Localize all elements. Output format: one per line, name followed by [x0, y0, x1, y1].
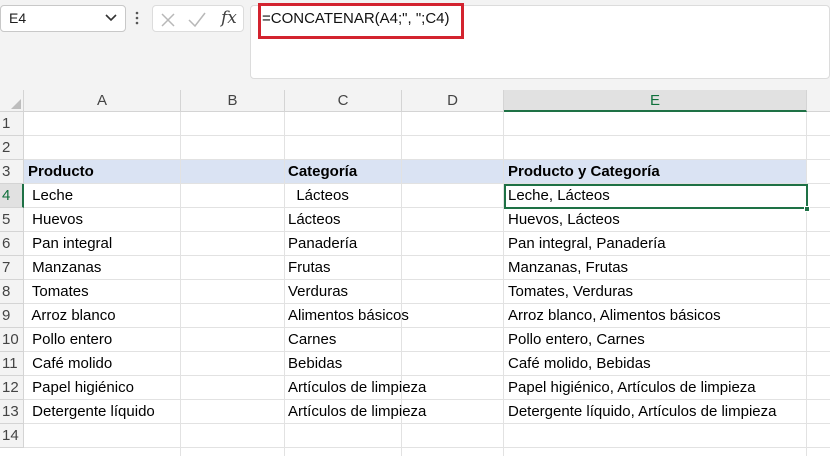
cell-category[interactable]: Verduras [288, 280, 348, 304]
row-header-1[interactable]: 1 [0, 112, 24, 136]
cell-category[interactable]: Lácteos [288, 208, 341, 232]
cell-category[interactable]: Panadería [288, 232, 357, 256]
row-header-2[interactable]: 2 [0, 136, 24, 160]
cell-combined[interactable]: Papel higiénico, Artículos de limpieza [508, 376, 756, 400]
spreadsheet-grid: A B C D E 1 2 3 4 5 6 7 8 9 10 11 12 13 … [0, 90, 830, 456]
cell-combined[interactable]: Manzanas, Frutas [508, 256, 628, 280]
row-header-6[interactable]: 6 [0, 232, 24, 256]
formula-bar-area: E4 fx =CONCATENAR(A4;", ";C4) [0, 0, 830, 90]
row-header-11[interactable]: 11 [0, 352, 24, 376]
row-header-13[interactable]: 13 [0, 400, 24, 424]
row-header-14[interactable]: 14 [0, 424, 24, 448]
more-options-icon[interactable] [133, 10, 141, 26]
cell-product[interactable]: Café molido [28, 352, 112, 376]
cell-product[interactable]: Arroz blanco [28, 304, 115, 328]
cell-product[interactable]: Papel higiénico [28, 376, 134, 400]
cell-category[interactable]: Artículos de limpieza [288, 400, 426, 424]
cell-category[interactable]: Alimentos básicos [288, 304, 409, 328]
row-header-5[interactable]: 5 [0, 208, 24, 232]
row-header-7[interactable]: 7 [0, 256, 24, 280]
gridline [24, 159, 830, 160]
cell-product[interactable]: Tomates [28, 280, 89, 304]
cell-combined[interactable]: Pollo entero, Carnes [508, 328, 645, 352]
gridline [24, 135, 830, 136]
gridline [24, 231, 830, 232]
active-cell-selection[interactable] [504, 184, 808, 209]
cell-category[interactable]: Lácteos [288, 184, 349, 208]
cell-product[interactable]: Pollo entero [28, 328, 112, 352]
cell-combined[interactable]: Huevos, Lácteos [508, 208, 620, 232]
gridline [503, 112, 504, 456]
cell-category[interactable]: Artículos de limpieza [288, 376, 426, 400]
gridline [806, 112, 807, 456]
gridline [284, 112, 285, 456]
column-header-c[interactable]: C [285, 90, 402, 112]
row-header-9[interactable]: 9 [0, 304, 24, 328]
column-header-e[interactable]: E [504, 90, 807, 112]
row-header-10[interactable]: 10 [0, 328, 24, 352]
formula-buttons: fx [152, 5, 244, 32]
cell-combined[interactable]: Arroz blanco, Alimentos básicos [508, 304, 721, 328]
row-header-4[interactable]: 4 [0, 184, 24, 208]
cell-product[interactable]: Huevos [28, 208, 83, 232]
select-all-button[interactable] [0, 90, 24, 112]
gridline [24, 279, 830, 280]
row-header-12[interactable]: 12 [0, 376, 24, 400]
cell-c3-header[interactable]: Categoría [288, 160, 357, 184]
cell-a3-header[interactable]: Producto [28, 160, 94, 184]
gridline [24, 351, 830, 352]
cell-combined[interactable]: Tomates, Verduras [508, 280, 633, 304]
chevron-down-icon[interactable] [103, 9, 119, 27]
cell-product[interactable]: Manzanas [28, 256, 101, 280]
check-icon[interactable] [187, 11, 207, 29]
cell-category[interactable]: Frutas [288, 256, 331, 280]
gridline [180, 112, 181, 456]
name-box-value: E4 [9, 10, 27, 26]
row-header-8[interactable]: 8 [0, 280, 24, 304]
cell-combined[interactable]: Detergente líquido, Artículos de limpiez… [508, 400, 776, 424]
column-header-d[interactable]: D [402, 90, 504, 112]
insert-function-button[interactable]: fx [221, 8, 237, 28]
cell-category[interactable]: Carnes [288, 328, 336, 352]
gridline [24, 447, 830, 448]
row-header-3[interactable]: 3 [0, 160, 24, 184]
column-header-f[interactable] [807, 90, 830, 112]
close-icon[interactable] [159, 11, 177, 29]
column-header-a[interactable]: A [24, 90, 181, 112]
select-all-triangle-icon [11, 99, 21, 109]
cell-category[interactable]: Bebidas [288, 352, 342, 376]
column-header-b[interactable]: B [181, 90, 285, 112]
fill-handle[interactable] [804, 206, 810, 212]
gridline [24, 255, 830, 256]
cell-e3-header[interactable]: Producto y Categoría [508, 160, 660, 184]
cell-combined[interactable]: Café molido, Bebidas [508, 352, 651, 376]
cell-product[interactable]: Detergente líquido [28, 400, 155, 424]
cell-combined[interactable]: Pan integral, Panadería [508, 232, 666, 256]
cell-product[interactable]: Pan integral [28, 232, 112, 256]
cell-product[interactable]: Leche [28, 184, 73, 208]
header-row-fill [24, 160, 807, 184]
name-box[interactable]: E4 [0, 5, 126, 32]
formula-text[interactable]: =CONCATENAR(A4;", ";C4) [262, 10, 450, 27]
